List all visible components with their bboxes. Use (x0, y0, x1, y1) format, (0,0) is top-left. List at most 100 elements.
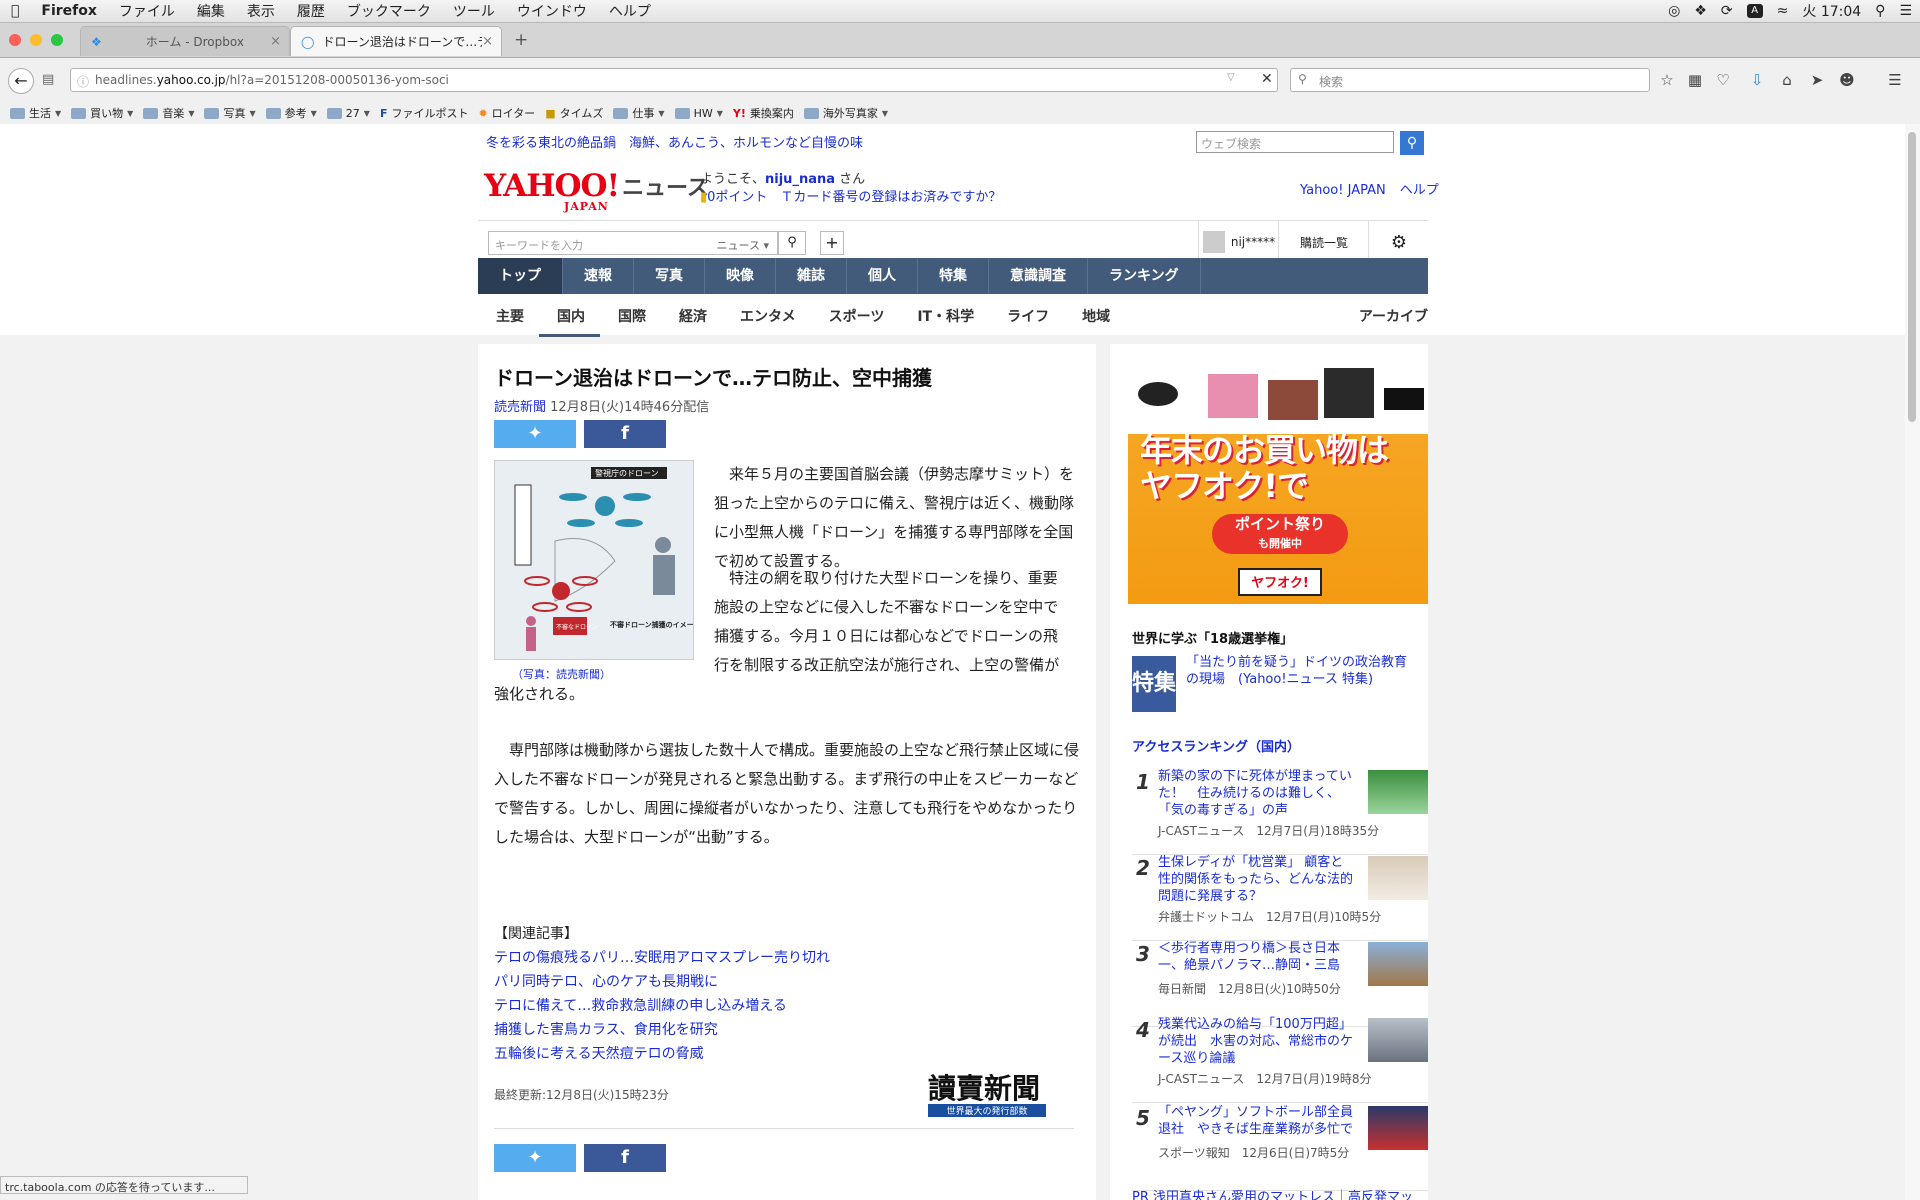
related-link[interactable]: 五輪後に考える天然痘テロの脅威 (494, 1042, 830, 1066)
add-button[interactable]: + (820, 231, 844, 255)
bookmark-star-icon[interactable]: ☆ (1658, 71, 1676, 89)
reading-list-icon[interactable]: ▦ (1686, 71, 1704, 89)
twitter-share-button[interactable]: ✦ (494, 420, 576, 448)
ranking-heading[interactable]: アクセスランキング（国内） (1132, 736, 1300, 755)
app-menu[interactable]: Firefox (30, 3, 108, 19)
bookmark-filepost[interactable]: F ファイルポスト (380, 105, 469, 121)
publisher-logo[interactable]: 讀賣新聞 世界最大の発行部数 (928, 1074, 1058, 1117)
bookmark-folder-hw[interactable]: HW ▼ (674, 107, 723, 120)
tab-close-icon[interactable]: × (270, 34, 281, 49)
related-link[interactable]: パリ同時テロ、心のケアも長期戦に (494, 970, 830, 994)
apple-menu-icon[interactable]:  (0, 3, 30, 19)
help-link[interactable]: ヘルプ (1400, 183, 1439, 198)
article-image[interactable]: 警視庁のドローン 不審なドローン 不審ドローン捕獲のイメージ (494, 460, 701, 660)
nav-individual[interactable]: 個人 (847, 258, 918, 294)
send-icon[interactable]: ➤ (1808, 71, 1826, 89)
facebook-share-button[interactable]: f (584, 420, 666, 448)
nav-video[interactable]: 映像 (705, 258, 776, 294)
url-dropdown-icon[interactable]: ▽ (1227, 72, 1235, 83)
hamburger-menu-icon[interactable]: ☰ (1886, 71, 1904, 89)
back-button[interactable]: ← (8, 68, 34, 94)
menu-tools[interactable]: ツール (442, 1, 506, 21)
menu-edit[interactable]: 編集 (186, 1, 236, 21)
menu-bookmarks[interactable]: ブックマーク (336, 1, 442, 21)
tab-close-icon[interactable]: × (482, 34, 493, 49)
bookmark-reuters[interactable]: ✹ ロイター (478, 105, 535, 121)
subnav-main[interactable]: 主要 (478, 296, 539, 334)
ranking-item[interactable]: 1 新築の家の下に死体が埋まっていた！ 住み続けるのは難しく、「気の毒すぎる」の… (1132, 768, 1428, 855)
subscriptions-link[interactable]: 購読一覧 (1278, 221, 1369, 263)
related-link[interactable]: テロの傷痕残るパリ…安眠用アロマスプレー売り切れ (494, 946, 830, 970)
pocket-icon[interactable]: ♡ (1714, 71, 1732, 89)
page-scrollbar[interactable] (1905, 124, 1920, 1200)
keyword-search-button[interactable]: ⚲ (778, 231, 806, 255)
dropbox-tray-icon[interactable]: ❖ (1694, 3, 1707, 19)
bookmark-folder-27[interactable]: 27 ▼ (326, 107, 370, 120)
url-bar[interactable]: ⓘ headlines.yahoo.co.jp/hl?a=20151208-00… (70, 68, 1278, 92)
article-source-link[interactable]: 読売新聞 (494, 400, 546, 415)
subnav-international[interactable]: 国際 (600, 296, 661, 334)
tab-article[interactable]: ◯ ドローン退治はドローンで…テロ防止、空中捕獲 × (290, 26, 502, 56)
related-link[interactable]: テロに備えて…救命救急訓練の申し込み増える (494, 994, 830, 1018)
ranking-item[interactable]: 3 ＜歩行者専用つり橋＞長さ日本一、絶景パノラマ…静岡・三島 毎日新聞 12月8… (1132, 940, 1428, 1027)
nav-ranking[interactable]: ランキング (1088, 258, 1201, 294)
bookmark-norikae[interactable]: Y! 乗換案内 (733, 105, 794, 121)
rank-thumbnail[interactable] (1368, 770, 1428, 814)
related-link[interactable]: 捕獲した害鳥カラス、食用化を研究 (494, 1018, 830, 1042)
input-method-icon[interactable]: A (1746, 4, 1763, 18)
tab-dropbox[interactable]: ❖ ホーム - Dropbox × (80, 26, 290, 56)
menu-history[interactable]: 履歴 (286, 1, 336, 21)
downloads-icon[interactable]: ⇩ (1748, 71, 1766, 89)
menu-view[interactable]: 表示 (236, 1, 286, 21)
bookmark-folder-ongaku[interactable]: 音楽 ▼ (143, 105, 194, 121)
scrollbar-thumb[interactable] (1908, 132, 1916, 422)
nav-top[interactable]: トップ (478, 258, 563, 294)
menu-help[interactable]: ヘルプ (598, 1, 662, 21)
menu-file[interactable]: ファイル (108, 1, 186, 21)
bookmark-folder-shashin[interactable]: 写真 ▼ (204, 105, 256, 121)
rank-thumbnail[interactable] (1368, 1018, 1428, 1062)
yahoo-logo[interactable]: YAHOO! JAPAN (484, 168, 620, 213)
nav-photo[interactable]: 写真 (634, 258, 705, 294)
rank-thumbnail[interactable] (1368, 1106, 1428, 1150)
bookmark-folder-kaimono[interactable]: 買い物 ▼ (71, 105, 133, 121)
bookmark-folder-sankou[interactable]: 参考 ▼ (265, 105, 317, 121)
subnav-entertainment[interactable]: エンタメ (722, 296, 811, 334)
category-select[interactable]: ニュース ▾ (717, 237, 769, 253)
yahoo-japan-link[interactable]: Yahoo! JAPAN (1300, 183, 1386, 198)
points-link[interactable]: ▮0ポイント Ｔカード番号の登録はお済みですか？ (700, 186, 1001, 205)
nav-magazine[interactable]: 雑誌 (776, 258, 847, 294)
yahuoku-ad-banner[interactable]: 年末のお買い物は ヤフオク!で ポイント祭り も開催中 ヤフオク! (1128, 354, 1428, 604)
web-search-input[interactable]: ウェブ検索 (1196, 131, 1394, 153)
search-input[interactable]: ⚲ 検索 (1290, 68, 1650, 92)
subnav-life[interactable]: ライフ (989, 296, 1064, 334)
bookmark-times[interactable]: ■ タイムズ (545, 105, 603, 121)
subnav-domestic[interactable]: 国内 (539, 296, 600, 337)
subnav-local[interactable]: 地域 (1064, 296, 1125, 334)
notification-center-icon[interactable]: ☰ (1899, 3, 1912, 19)
creative-cloud-icon[interactable]: ◎ (1668, 3, 1680, 19)
site-info-icon[interactable]: ⓘ (77, 73, 89, 90)
rank-thumbnail[interactable] (1368, 856, 1428, 900)
subnav-sports[interactable]: スポーツ (811, 296, 900, 334)
ranking-item[interactable]: 4 残業代込みの給与「100万円超」が続出 水害の対応、常総市のケース巡り論議 … (1132, 1016, 1428, 1103)
spotlight-icon[interactable]: ⚲ (1875, 3, 1885, 19)
archive-link[interactable]: アーカイブ (1359, 306, 1428, 326)
sidebar-toggle-icon[interactable]: ▤ (42, 72, 54, 87)
twitter-share-button-bottom[interactable]: ✦ (494, 1144, 576, 1172)
ranking-item[interactable]: 5 「ペヤング」ソフトボール部全員退社 やきそば生産業務が多忙で スポーツ報知 … (1132, 1104, 1428, 1191)
settings-gear-icon[interactable]: ⚙ (1368, 221, 1429, 263)
stop-loading-icon[interactable]: ✕ (1261, 71, 1273, 87)
rank-title[interactable]: 生保レディが「枕営業」 顧客と性的関係をもったら、どんな法的問題に発展する？ (1158, 854, 1354, 905)
rank-thumbnail[interactable] (1368, 942, 1428, 986)
new-tab-button[interactable]: + (514, 30, 528, 50)
rank-title[interactable]: 新築の家の下に死体が埋まっていた！ 住み続けるのは難しく、「気の毒すぎる」の声 (1158, 768, 1354, 819)
feature-link[interactable]: 「当たり前を疑う」ドイツの政治教育の現場 (Yahoo!ニュース 特集) (1186, 654, 1416, 688)
news-section-title[interactable]: ニュース (622, 170, 709, 202)
rank-title[interactable]: ＜歩行者専用つり橋＞長さ日本一、絶景パノラマ…静岡・三島 (1158, 940, 1354, 974)
rank-title[interactable]: 「ペヤング」ソフトボール部全員退社 やきそば生産業務が多忙で (1158, 1104, 1354, 1138)
menu-window[interactable]: ウインドウ (506, 1, 598, 21)
web-search-button[interactable]: ⚲ (1400, 131, 1424, 155)
bookmark-folder-seikatsu[interactable]: 生活 ▼ (10, 105, 61, 121)
sync-icon[interactable]: ⟳ (1721, 3, 1733, 19)
